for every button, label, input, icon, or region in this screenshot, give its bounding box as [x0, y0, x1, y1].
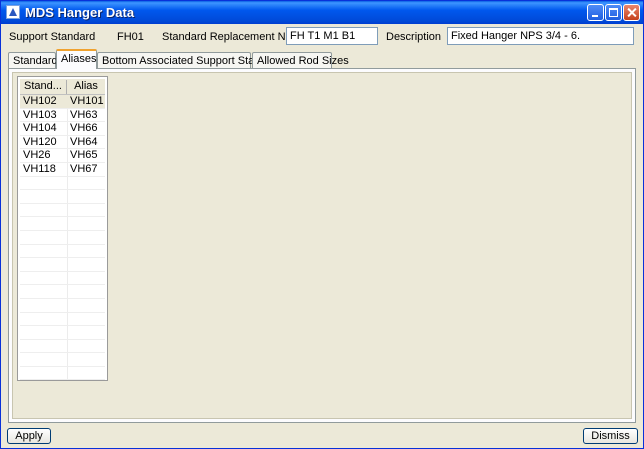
- table-row[interactable]: VH102 VH101: [20, 95, 105, 109]
- window: MDS Hanger Data Support Standard FH01 St…: [0, 0, 644, 449]
- tab-allowed-rod-sizes[interactable]: Allowed Rod Sizes: [252, 52, 349, 68]
- table-row[interactable]: [20, 299, 105, 313]
- table-row[interactable]: VH26 VH65: [20, 149, 105, 163]
- alias-cell: VH67: [70, 162, 98, 175]
- close-icon[interactable]: [623, 4, 640, 21]
- table-row[interactable]: [20, 190, 105, 204]
- table-row[interactable]: [20, 217, 105, 231]
- table-row[interactable]: [20, 272, 105, 286]
- tab-aliases[interactable]: Aliases: [56, 49, 97, 69]
- table-row[interactable]: [20, 367, 105, 380]
- title-bar[interactable]: MDS Hanger Data: [1, 1, 643, 24]
- description-label: Description: [386, 31, 442, 43]
- alias-cell: VH101: [70, 95, 104, 107]
- table-row[interactable]: [20, 380, 105, 381]
- table-body: VH102 VH101 VH103 VH63 VH104 VH66 VH120 VH64 VH2…: [20, 95, 105, 381]
- table-row[interactable]: [20, 245, 105, 259]
- table-row[interactable]: VH120 VH64: [20, 136, 105, 150]
- window-title: MDS Hanger Data: [25, 5, 135, 20]
- replacement-name-field[interactable]: FH T1 M1 B1: [286, 27, 378, 45]
- aliases-table[interactable]: Stand... Alias VH102 VH101 VH103 VH63 VH104 V…: [17, 76, 108, 381]
- table-row[interactable]: [20, 326, 105, 340]
- alias-cell: VH65: [70, 149, 98, 162]
- tab-bottom-associated-support-standards[interactable]: Bottom Associated Support Standards: [97, 52, 288, 68]
- minimize-icon[interactable]: [587, 4, 604, 21]
- alias-cell: VH63: [70, 108, 98, 121]
- alias-cell: VH64: [70, 135, 98, 148]
- table-row[interactable]: [20, 313, 105, 327]
- table-header: Stand... Alias: [20, 79, 105, 95]
- table-row[interactable]: [20, 285, 105, 299]
- table-row[interactable]: VH118 VH67: [20, 163, 105, 177]
- standard-cell: VH120: [23, 135, 57, 148]
- table-row[interactable]: [20, 177, 105, 191]
- alias-cell: VH66: [70, 122, 98, 135]
- standard-cell: VH118: [23, 162, 56, 175]
- table-row[interactable]: [20, 204, 105, 218]
- standard-cell: VH104: [23, 122, 57, 135]
- table-row[interactable]: [20, 258, 105, 272]
- support-standard-label: Support Standard: [9, 31, 96, 43]
- apply-button[interactable]: Apply: [7, 428, 51, 444]
- description-field[interactable]: Fixed Hanger NPS 3/4 - 6.: [447, 27, 634, 45]
- standard-cell: VH102: [23, 95, 57, 107]
- table-row[interactable]: [20, 353, 105, 367]
- standard-cell: VH103: [23, 108, 57, 121]
- column-header-standard[interactable]: Stand...: [20, 80, 67, 94]
- maximize-icon[interactable]: [605, 4, 622, 21]
- support-standard-value: FH01: [117, 31, 144, 43]
- table-row[interactable]: [20, 340, 105, 354]
- app-icon: [6, 5, 20, 19]
- table-row[interactable]: VH103 VH63: [20, 109, 105, 123]
- tab-standard[interactable]: Standard: [8, 52, 58, 68]
- table-row[interactable]: VH104 VH66: [20, 122, 105, 136]
- column-header-alias[interactable]: Alias: [67, 80, 105, 94]
- table-row[interactable]: [20, 231, 105, 245]
- standard-cell: VH26: [23, 149, 51, 162]
- dismiss-button[interactable]: Dismiss: [583, 428, 638, 444]
